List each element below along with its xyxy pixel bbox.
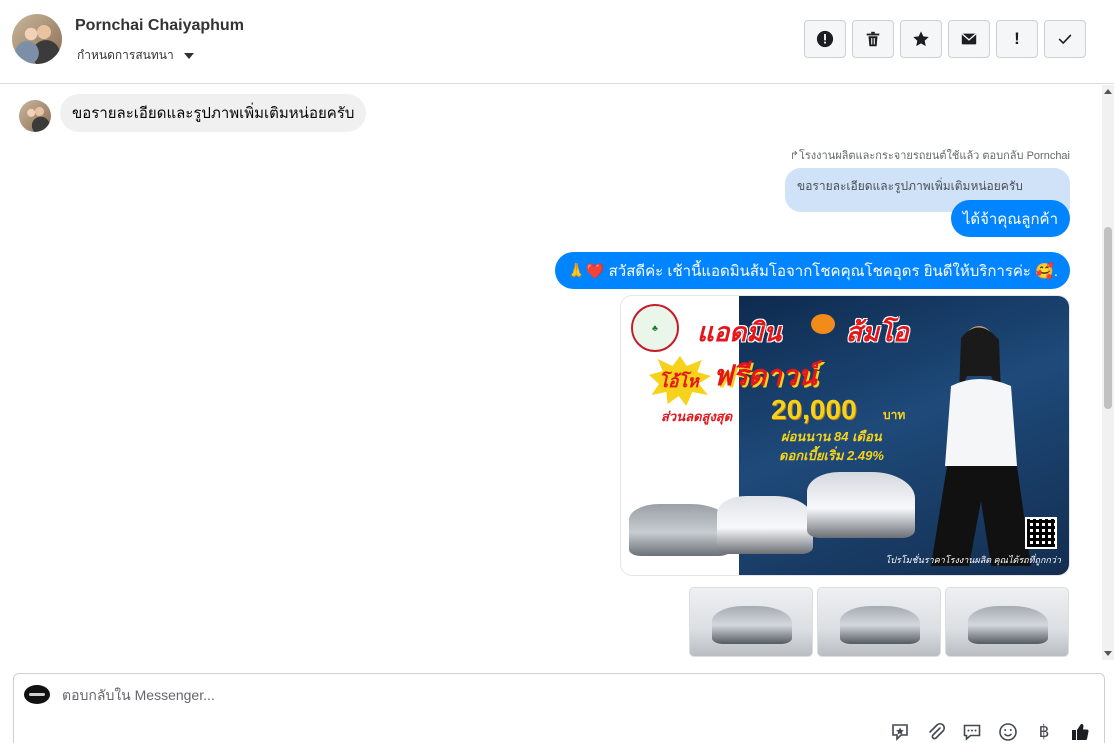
payment-button[interactable]: ฿ — [1032, 720, 1056, 743]
promo-interest-rate: ดอกเบี้ยเริ่ม 2.49% — [779, 448, 884, 463]
car-photo-thumbnail[interactable] — [689, 587, 813, 657]
promo-headline: ฟรีดาวน์ — [713, 360, 817, 391]
reply-composer: ฿ — [13, 673, 1105, 743]
message-thread[interactable]: ขอรายละเอียดและรูปภาพเพิ่มเติมหน่อยครับ … — [0, 85, 1102, 660]
outgoing-message[interactable]: 🙏❤️ สวัสดีค่ะ เช้านี้แอดมินส้มโอจากโชคคุ… — [555, 252, 1070, 289]
emoji-button[interactable] — [996, 720, 1020, 743]
conversation-header: Pornchai Chaiyaphum กำหนดการสนทนา ! — [0, 0, 1114, 84]
delete-button[interactable] — [852, 20, 894, 58]
car-image — [629, 504, 731, 556]
attachment-icon — [929, 722, 946, 740]
page-avatar — [24, 685, 50, 704]
qr-code-icon — [1025, 517, 1057, 549]
attach-button[interactable] — [924, 720, 948, 743]
mark-done-button[interactable] — [1044, 20, 1086, 58]
star-button[interactable] — [900, 20, 942, 58]
check-icon — [1058, 34, 1072, 44]
assign-conversation-dropdown[interactable]: กำหนดการสนทนา — [77, 46, 194, 65]
promo-discount-amount: 20,000 — [771, 394, 857, 425]
scroll-up-arrow-icon[interactable] — [1104, 89, 1112, 94]
promo-footer: โปรโมชั่นราคาโรงงานผลิต คุณได้รถที่ถูกกว… — [885, 555, 1061, 565]
car-image — [807, 472, 915, 538]
emoji-icon — [999, 723, 1017, 741]
saved-reply-button[interactable] — [960, 720, 984, 743]
car-image — [712, 606, 792, 644]
trash-icon — [866, 31, 880, 47]
sticker-icon — [892, 724, 908, 741]
orange-icon — [811, 314, 835, 334]
car-image — [840, 606, 920, 644]
chat-scrollbar[interactable] — [1102, 85, 1114, 660]
baht-icon: ฿ — [1038, 722, 1050, 741]
reply-input[interactable] — [62, 684, 962, 706]
contact-name[interactable]: Pornchai Chaiyaphum — [75, 17, 244, 35]
dealer-logo: ♣ — [631, 304, 679, 352]
exclamation-icon: ! — [1014, 29, 1020, 48]
saved-reply-icon — [963, 724, 981, 741]
sender-avatar[interactable] — [19, 100, 51, 132]
report-icon — [816, 30, 834, 48]
car-photo-thumbnail[interactable] — [817, 587, 941, 657]
promo-installment-term: ผ่อนนาน 84 เดือน — [781, 429, 882, 444]
report-button[interactable] — [804, 20, 846, 58]
like-button[interactable] — [1068, 720, 1092, 743]
composer-toolbar: ฿ — [888, 720, 1092, 743]
promo-discount-label: ส่วนลดสูงสุด — [661, 409, 733, 424]
follow-up-button[interactable]: ! — [996, 20, 1038, 58]
outgoing-message[interactable]: ได้จ้าคุณลูกค้า — [950, 200, 1070, 237]
promo-title-name: ส้มโอ — [846, 317, 909, 347]
caret-down-icon — [183, 52, 194, 59]
mark-unread-button[interactable] — [948, 20, 990, 58]
car-image — [968, 606, 1048, 644]
promo-image[interactable]: ♣ แอดมิน ส้มโอ โอ้โห ฟรีดาวน์ ส่วนลดสูงส… — [620, 295, 1070, 576]
admin-person-illustration — [931, 326, 1031, 566]
scroll-thumb[interactable] — [1104, 227, 1112, 409]
mail-icon — [961, 33, 977, 45]
contact-avatar[interactable] — [12, 14, 62, 64]
thumbs-up-icon — [1072, 723, 1089, 741]
scroll-down-arrow-icon[interactable] — [1104, 651, 1112, 656]
promo-title-admin: แอดมิน — [697, 317, 782, 347]
header-toolbar: ! — [804, 20, 1086, 58]
car-photo-thumbnail[interactable] — [945, 587, 1069, 657]
sticker-button[interactable] — [888, 720, 912, 743]
promo-currency: บาท — [883, 408, 906, 422]
incoming-message[interactable]: ขอรายละเอียดและรูปภาพเพิ่มเติมหน่อยครับ — [60, 94, 367, 132]
car-image — [717, 496, 813, 554]
reply-meta: ↱โรงงานผลิตและกระจายรถยนต์ใช้แล้ว ตอบกลั… — [789, 150, 1070, 162]
star-icon — [913, 31, 929, 47]
assign-label: กำหนดการสนทนา — [77, 48, 174, 62]
promo-badge-text: โอ้โห — [659, 372, 699, 391]
